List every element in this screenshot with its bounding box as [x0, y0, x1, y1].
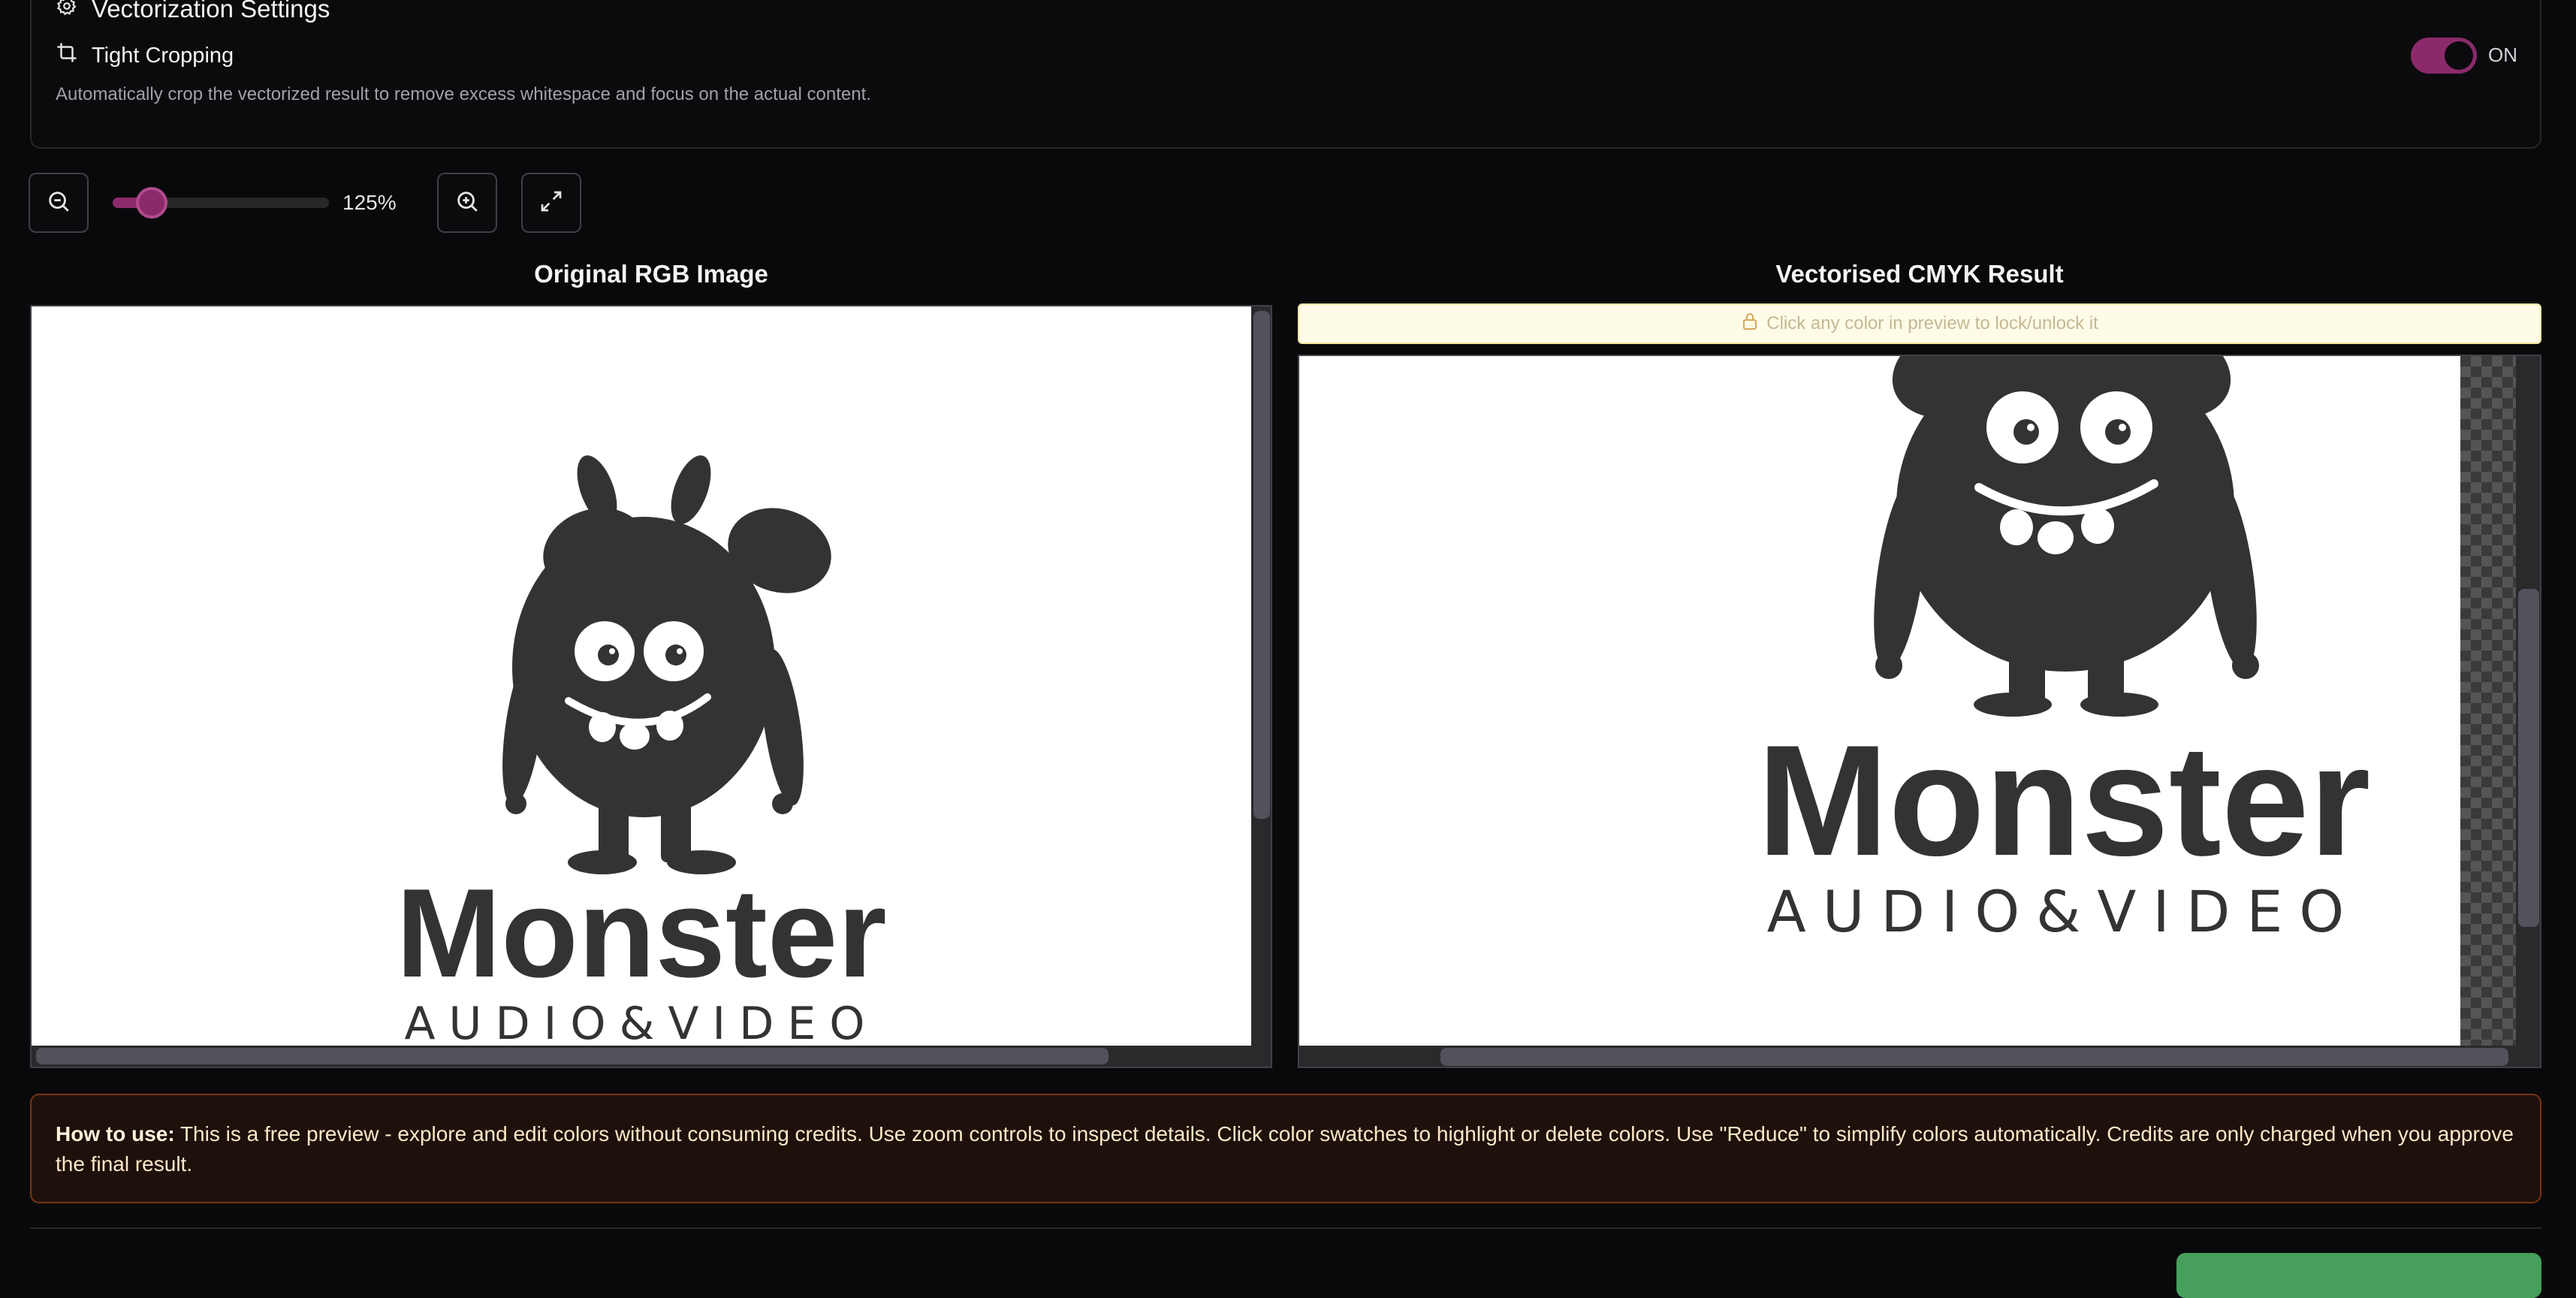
- result-horizontal-scrollbar[interactable]: [1299, 1046, 2540, 1067]
- how-to-use-label: How to use:: [56, 1122, 175, 1146]
- lock-hint-text: Click any color in preview to lock/unloc…: [1766, 313, 2098, 334]
- original-monster-logo: Monster AUDIO&VIDEO: [396, 455, 887, 1046]
- result-logo-word: Monster: [1757, 712, 2371, 889]
- settings-title: Vectorization Settings: [92, 0, 330, 23]
- result-panel-title: Vectorised CMYK Result: [1775, 260, 2064, 288]
- toggle-knob: [2445, 41, 2473, 70]
- settings-header: Vectorization Settings: [56, 0, 330, 32]
- original-logo-tagline: AUDIO&VIDEO: [405, 998, 879, 1046]
- zoom-out-button[interactable]: [29, 173, 89, 233]
- tight-cropping-toggle[interactable]: [2411, 38, 2477, 74]
- vectorization-settings-card: Vectorization Settings Tight Cropping Au…: [30, 0, 2541, 149]
- zoom-in-button[interactable]: [437, 173, 497, 233]
- result-logo-tagline: AUDIO&VIDEO: [1767, 878, 2360, 945]
- expand-icon: [539, 189, 563, 217]
- zoom-out-icon: [46, 189, 71, 218]
- result-image-canvas[interactable]: Monster AUDIO&VIDEO: [1299, 356, 2460, 1046]
- original-horizontal-scroll-thumb[interactable]: [36, 1048, 1109, 1064]
- original-vertical-scroll-thumb[interactable]: [1253, 311, 1270, 819]
- tight-cropping-description: Automatically crop the vectorized result…: [56, 84, 871, 104]
- result-horizontal-scroll-thumb[interactable]: [1440, 1048, 2508, 1066]
- toggle-state-label: ON: [2488, 44, 2517, 66]
- original-vertical-scrollbar[interactable]: [1251, 306, 1271, 1046]
- crop-icon: [56, 41, 78, 70]
- zoom-slider[interactable]: [113, 187, 329, 219]
- zoom-in-icon: [454, 189, 480, 218]
- result-vertical-scrollbar[interactable]: [2516, 356, 2540, 1046]
- fit-to-screen-button[interactable]: [521, 173, 581, 233]
- tight-cropping-row: Tight Cropping: [56, 39, 234, 72]
- gear-icon: [56, 0, 78, 23]
- zoom-level: 125%: [342, 191, 397, 214]
- result-image-viewer[interactable]: Monster AUDIO&VIDEO: [1298, 355, 2541, 1068]
- zoom-slider-thumb[interactable]: [136, 187, 167, 219]
- original-image-viewer[interactable]: Monster AUDIO&VIDEO: [30, 305, 1272, 1068]
- original-image-canvas: Monster AUDIO&VIDEO: [32, 306, 1251, 1046]
- lock-hint-banner: Click any color in preview to lock/unloc…: [1298, 303, 2541, 344]
- result-monster-logo: Monster AUDIO&VIDEO: [1757, 356, 2371, 945]
- how-to-use-text: This is a free preview - explore and edi…: [56, 1122, 2514, 1176]
- tight-cropping-label: Tight Cropping: [92, 43, 234, 68]
- result-vertical-scroll-thumb[interactable]: [2518, 589, 2539, 927]
- original-horizontal-scrollbar[interactable]: [32, 1046, 1271, 1067]
- section-divider: [30, 1227, 2541, 1229]
- original-panel-title: Original RGB Image: [534, 260, 768, 288]
- original-logo-word: Monster: [396, 862, 886, 1004]
- lock-icon: [1741, 312, 1759, 337]
- how-to-use-notice: How to use: This is a free preview - exp…: [30, 1094, 2541, 1203]
- transparency-checkerboard: [2460, 356, 2516, 1046]
- approve-button[interactable]: [2176, 1253, 2541, 1298]
